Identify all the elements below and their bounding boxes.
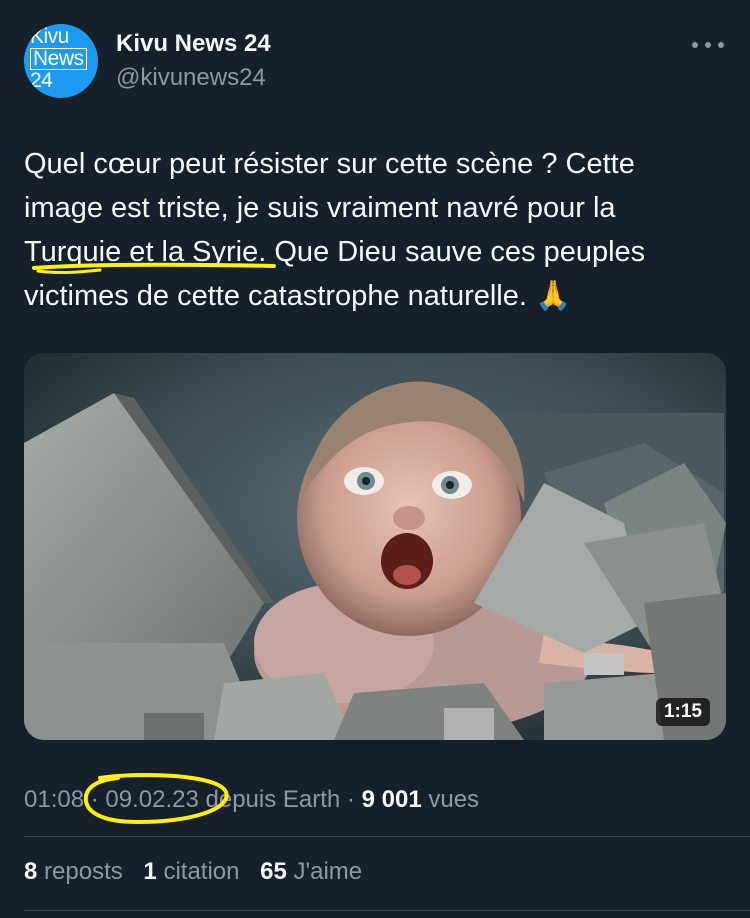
engagement-stats: 8 reposts 1 citation 65 J'aime: [24, 858, 376, 886]
display-name[interactable]: Kivu News 24: [116, 30, 271, 58]
reposts-label: reposts: [44, 858, 123, 885]
likes-stat[interactable]: 65 J'aime: [260, 858, 362, 885]
more-options-button[interactable]: [688, 30, 728, 60]
likes-count: 65: [260, 858, 287, 885]
avatar-text-line-2: News: [30, 48, 87, 70]
avatar[interactable]: Kivu News 24: [24, 24, 98, 98]
video-thumbnail[interactable]: 1:15: [24, 353, 726, 740]
quotes-stat[interactable]: 1 citation: [143, 858, 246, 885]
reposts-count: 8: [24, 858, 38, 885]
tweet-text: Quel cœur peut résister sur cette scène …: [24, 142, 714, 318]
tweet-text-part-1: Quel cœur peut résister sur cette scène …: [24, 148, 635, 224]
reposts-stat[interactable]: 8 reposts: [24, 858, 129, 885]
tweet-card: Kivu News 24 Kivu News 24 @kivunews24 Qu…: [0, 0, 750, 918]
likes-label: J'aime: [293, 858, 363, 885]
divider: [24, 910, 750, 911]
tweet-time[interactable]: 01:08: [24, 786, 84, 813]
avatar-text-line-1: Kivu: [30, 25, 69, 48]
views-count: 9 001: [361, 786, 422, 813]
avatar-logo-text: Kivu News 24: [30, 26, 98, 92]
more-dots-icon: [692, 42, 724, 48]
quotes-label: citation: [163, 858, 240, 885]
quotes-count: 1: [143, 858, 157, 885]
yellow-circle-annotation: [83, 772, 229, 825]
yellow-underline-annotation: [32, 262, 276, 275]
user-handle[interactable]: @kivunews24: [116, 64, 266, 92]
avatar-text-line-3: 24: [30, 69, 53, 92]
divider: [24, 836, 750, 837]
meta-separator: ·: [346, 786, 355, 813]
baby-in-rubble-image: [24, 353, 726, 740]
views-label: vues: [428, 786, 480, 813]
video-duration-badge: 1:15: [655, 698, 710, 726]
